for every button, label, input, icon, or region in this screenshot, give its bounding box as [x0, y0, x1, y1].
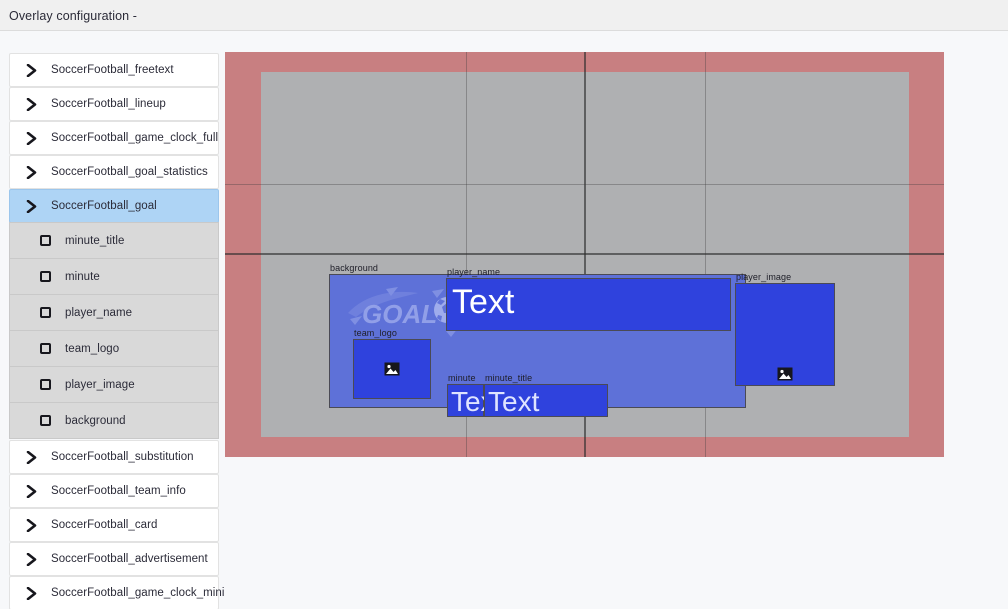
widget-minute-title-value: Text [488, 386, 540, 417]
sidebar-item-minute_title[interactable]: minute_title [9, 222, 219, 259]
square-icon [34, 343, 56, 354]
sidebar-item-label: SoccerFootball_freetext [51, 64, 174, 76]
sidebar-item-soccerfootball_substitution[interactable]: SoccerFootball_substitution [9, 440, 219, 474]
square-glyph [39, 235, 51, 246]
sidebar-item-soccerfootball_lineup[interactable]: SoccerFootball_lineup [9, 87, 219, 121]
sidebar-item-label: SoccerFootball_lineup [51, 98, 166, 110]
grid-line-horizontal-center [225, 253, 944, 255]
sidebar-item-soccerfootball_freetext[interactable]: SoccerFootball_freetext [9, 53, 219, 87]
sidebar-item-soccerfootball_goal[interactable]: SoccerFootball_goal [9, 189, 219, 223]
widget-team-logo[interactable]: team_logo [353, 328, 431, 399]
sidebar-item-label: SoccerFootball_advertisement [51, 553, 208, 565]
square-glyph [39, 415, 51, 426]
widget-minute[interactable]: minute Text [447, 373, 503, 417]
widget-minute-value: Text [451, 386, 503, 417]
sidebar-item-label: SoccerFootball_goal [51, 200, 157, 212]
square-icon [34, 271, 56, 282]
sidebar-item-soccerfootball_game_clock_mini[interactable]: SoccerFootball_game_clock_mini [9, 576, 224, 609]
square-icon [34, 379, 56, 390]
sidebar-item-team_logo[interactable]: team_logo [9, 330, 219, 367]
sidebar-item-background[interactable]: background [9, 402, 219, 439]
sidebar-item-label: player_name [65, 306, 133, 319]
widget-player-image[interactable]: player_image [735, 272, 835, 386]
square-icon [34, 307, 56, 318]
overlay-configuration-app: Overlay configuration - SoccerFootball_f… [0, 0, 1008, 609]
chevron-right-icon [18, 484, 44, 498]
square-icon [34, 415, 56, 426]
chevron-right-icon [18, 131, 44, 145]
sidebar-item-soccerfootball_advertisement[interactable]: SoccerFootball_advertisement [9, 542, 219, 576]
sidebar-item-soccerfootball_goal_statistics[interactable]: SoccerFootball_goal_statistics [9, 155, 219, 189]
sidebar-item-label: SoccerFootball_team_info [51, 485, 186, 497]
sidebar-item-label: background [65, 414, 126, 427]
chevron-right-icon [18, 450, 44, 464]
sidebar-item-label: team_logo [65, 342, 120, 355]
widget-label-background: background [330, 263, 379, 273]
sidebar-item-label: minute [65, 270, 100, 283]
square-glyph [39, 271, 51, 282]
chevron-right-icon [18, 165, 44, 179]
chevron-right-icon [18, 199, 44, 213]
image-placeholder-icon [384, 362, 400, 376]
square-glyph [39, 343, 51, 354]
sidebar-item-label: SoccerFootball_game_clock_mini [51, 587, 225, 599]
chevron-right-icon [18, 63, 44, 77]
widget-label-minute-title: minute_title [485, 373, 533, 383]
chevron-right-icon [18, 586, 44, 600]
sidebar-item-label: SoccerFootball_game_clock_full [51, 132, 219, 144]
grid-line-horizontal-upper [225, 184, 944, 185]
widget-label-minute: minute [448, 373, 476, 383]
overlay-preview-canvas[interactable]: background GOAL team_logo minute Text mi… [225, 52, 944, 457]
sidebar-item-label: player_image [65, 378, 135, 391]
sidebar-item-label: SoccerFootball_card [51, 519, 158, 531]
widget-player-name[interactable]: player_name Text [446, 267, 731, 331]
square-icon [34, 235, 56, 246]
sidebar-item-minute[interactable]: minute [9, 258, 219, 295]
sidebar-item-label: minute_title [65, 234, 125, 247]
app-header: Overlay configuration - [0, 0, 1008, 31]
sidebar-item-player_name[interactable]: player_name [9, 294, 219, 331]
sidebar-item-label: SoccerFootball_goal_statistics [51, 166, 208, 178]
widget-label-player-image: player_image [736, 272, 792, 282]
chevron-right-icon [18, 97, 44, 111]
widget-player-name-value: Text [452, 283, 515, 321]
sidebar-item-player_image[interactable]: player_image [9, 366, 219, 403]
sidebar-item-soccerfootball_team_info[interactable]: SoccerFootball_team_info [9, 474, 219, 508]
sidebar-item-label: SoccerFootball_substitution [51, 451, 194, 463]
widget-label-player-name: player_name [447, 267, 501, 277]
square-glyph [39, 307, 51, 318]
chevron-right-icon [18, 518, 44, 532]
image-placeholder-icon [777, 367, 793, 381]
sidebar-item-soccerfootball_card[interactable]: SoccerFootball_card [9, 508, 219, 542]
square-glyph [39, 379, 51, 390]
svg-text:GOAL: GOAL [362, 299, 437, 329]
sidebar-item-soccerfootball_game_clock_full[interactable]: SoccerFootball_game_clock_full [9, 121, 219, 155]
widget-label-team-logo: team_logo [354, 328, 397, 338]
page-title: Overlay configuration - [9, 9, 138, 23]
overlay-tree-sidebar: SoccerFootball_freetext SoccerFootball_li… [9, 52, 224, 609]
widget-minute-title[interactable]: minute_title Text [484, 373, 608, 417]
chevron-right-icon [18, 552, 44, 566]
